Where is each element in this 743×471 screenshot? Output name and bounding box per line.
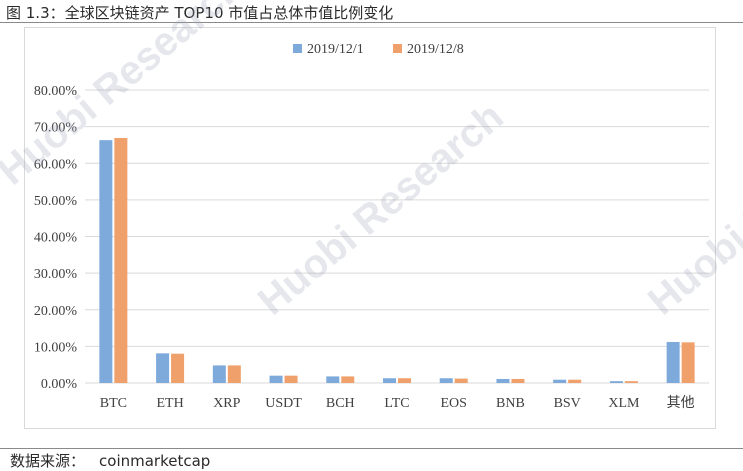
y-tick-label: 20.00% xyxy=(34,304,78,319)
bar-series1 xyxy=(496,378,510,383)
source-line: 数据来源： coinmarketcap xyxy=(10,450,224,471)
legend-label: 2019/12/1 xyxy=(307,42,364,57)
bar-series1 xyxy=(666,341,680,383)
bar-series2 xyxy=(284,375,298,383)
chart-frame: 0.00% 10.00% 20.00% 30.00% 40.00% 50.00% 60.00… xyxy=(24,27,716,429)
bar-series2 xyxy=(624,381,638,383)
x-tick-label: BCH xyxy=(326,396,355,411)
bar-series2 xyxy=(227,365,241,383)
bar-series1 xyxy=(269,375,283,383)
bar-series1 xyxy=(99,140,113,383)
legend-swatch xyxy=(393,44,402,53)
y-tick-label: 30.00% xyxy=(34,267,78,282)
source-label: 数据来源： xyxy=(10,452,86,470)
bar-series2 xyxy=(171,353,185,383)
bar-series2 xyxy=(681,342,695,383)
bar-series2 xyxy=(568,379,582,383)
figure-title: 图 1.3：全球区块链资产 TOP10 市值占总体市值比例变化 xyxy=(6,4,394,22)
bar-series2 xyxy=(454,378,468,383)
legend-swatch xyxy=(293,44,302,53)
x-tick-label: XRP xyxy=(213,396,240,411)
x-tick-label: LTC xyxy=(384,396,409,411)
x-tick-label: BSV xyxy=(554,396,581,411)
y-tick-label: 40.00% xyxy=(34,231,78,246)
x-tick-label: BNB xyxy=(496,396,525,411)
x-tick-label: BTC xyxy=(100,396,127,411)
bar-series1 xyxy=(326,376,340,383)
bar-series2 xyxy=(398,378,411,383)
y-tick-label: 80.00% xyxy=(34,84,78,99)
x-tick-label: USDT xyxy=(265,396,302,411)
y-tick-label: 0.00% xyxy=(41,377,78,392)
bar-series2 xyxy=(341,376,355,383)
bar-series1 xyxy=(383,378,396,383)
bar-series2 xyxy=(511,378,525,383)
y-tick-label: 50.00% xyxy=(34,194,78,209)
source-value: coinmarketcap xyxy=(99,452,211,470)
bar-series1 xyxy=(439,378,453,383)
x-tick-label: ETH xyxy=(156,396,183,411)
bar-series1 xyxy=(212,365,226,383)
bar-series1 xyxy=(156,353,170,383)
bar-series2 xyxy=(114,137,128,383)
bar-series1 xyxy=(553,379,567,383)
y-tick-label: 10.00% xyxy=(34,340,78,355)
y-tick-label: 70.00% xyxy=(34,121,78,136)
bar-series1 xyxy=(609,381,623,383)
x-tick-label: 其他 xyxy=(667,395,695,411)
y-tick-label: 60.00% xyxy=(34,157,78,172)
bottom-rule xyxy=(0,448,743,449)
top-rule xyxy=(0,22,743,23)
bar-chart: 0.00% 10.00% 20.00% 30.00% 40.00% 50.00% 60.00… xyxy=(34,42,709,411)
x-tick-label: EOS xyxy=(441,396,467,411)
legend-label: 2019/12/8 xyxy=(407,42,464,57)
x-tick-label: XLM xyxy=(608,396,640,411)
